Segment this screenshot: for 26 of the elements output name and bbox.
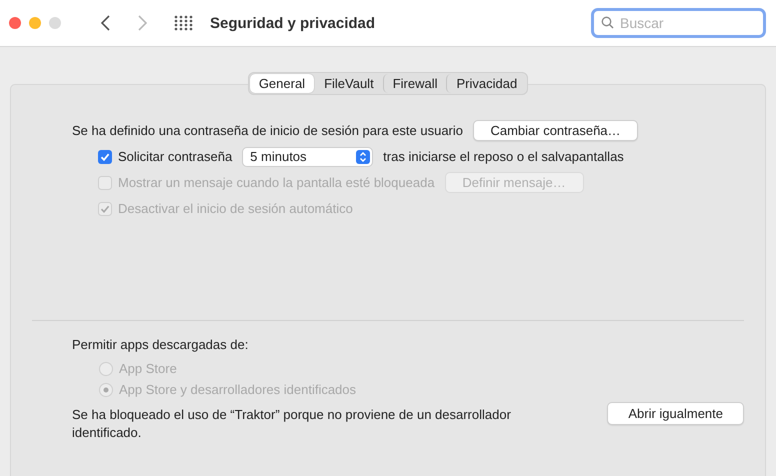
checkbox[interactable] bbox=[98, 150, 112, 164]
password-status-text: Se ha definido una contraseña de inicio de sesión para este usuario bbox=[72, 123, 463, 138]
stepper-icon bbox=[356, 150, 370, 164]
search-icon bbox=[601, 16, 614, 29]
interval-select[interactable]: 5 minutos bbox=[242, 146, 374, 166]
zoom-button[interactable] bbox=[49, 17, 61, 29]
close-button[interactable] bbox=[9, 17, 21, 29]
select-value: 5 minutos bbox=[250, 149, 307, 164]
blocked-app-message: Se ha bloqueado el uso de “Traktor” porque no proviene de un desarrollador identificado. bbox=[72, 406, 512, 442]
option-suffix: tras iniciarse el reposo o el salvapantallas bbox=[383, 149, 624, 164]
option-label: Solicitar contraseña bbox=[118, 149, 232, 164]
minimize-button[interactable] bbox=[29, 17, 41, 29]
window-title: Seguridad y privacidad bbox=[210, 14, 376, 32]
downloads-heading: Permitir apps descargadas de: bbox=[72, 337, 250, 352]
grid-icon[interactable] bbox=[174, 15, 194, 31]
tab[interactable]: Privacidad bbox=[446, 74, 526, 93]
change-password-button[interactable]: Cambiar contraseña… bbox=[473, 120, 638, 141]
radio-label: App Store bbox=[119, 361, 177, 376]
open-anyway-button[interactable]: Abrir igualmente bbox=[607, 402, 744, 425]
radio-label: App Store y desarrolladores identificados bbox=[119, 382, 356, 397]
search-field[interactable]: Buscar bbox=[591, 8, 766, 38]
tab[interactable]: Firewall bbox=[382, 74, 446, 93]
tab[interactable]: FileVault bbox=[314, 74, 383, 93]
option-label: Desactivar el inicio de sesión automático bbox=[118, 201, 353, 216]
option-label: Mostrar un mensaje cuando la pantalla esté bloqueada bbox=[118, 175, 435, 190]
tab[interactable]: General bbox=[250, 74, 314, 93]
